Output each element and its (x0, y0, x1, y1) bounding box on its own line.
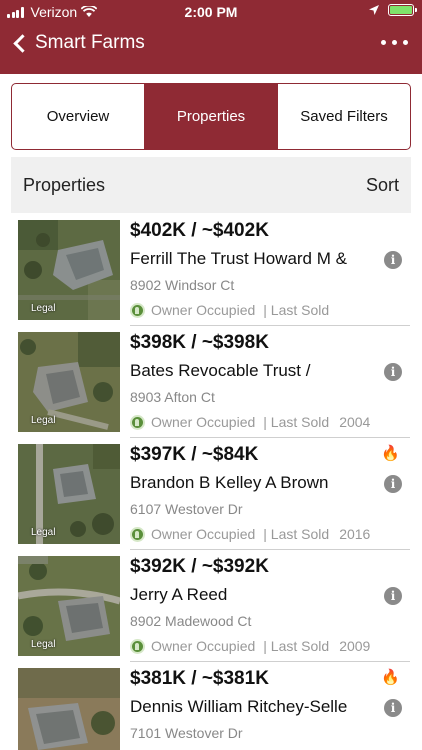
properties-header: Properties Sort (11, 157, 411, 213)
address-label: 7101 Westover Dr (130, 725, 243, 741)
owner-occupied-icon (130, 414, 145, 430)
occupancy-label: Owner Occupied (151, 526, 256, 542)
property-row[interactable]: Legal $402K / ~$402K Ferrill The Trust How… (0, 214, 422, 326)
battery-icon (388, 4, 417, 16)
aerial-thumbnail: Legal (18, 332, 120, 432)
owner-name: Ferrill The Trust Howard M & (130, 249, 347, 268)
fire-icon: 🔥 (381, 669, 400, 686)
sort-button[interactable]: Sort (366, 175, 399, 196)
property-meta: Owner Occupied | Last Sold 2009 (130, 638, 400, 654)
back-button[interactable]: Smart Farms (10, 32, 145, 54)
aerial-thumbnail: Legal (18, 668, 120, 750)
property-row[interactable]: Legal $397K / ~$84K Brandon B Kelley A Bro… (0, 438, 422, 550)
price-label: $381K / ~$381K (130, 668, 269, 689)
price-label: $402K / ~$402K (130, 220, 269, 241)
status-bar: Verizon 2:00 PM (0, 0, 422, 24)
tab-saved-filters[interactable]: Saved Filters (278, 84, 410, 149)
aerial-thumbnail: Legal (18, 444, 120, 544)
info-icon[interactable]: i (384, 699, 402, 717)
status-right (368, 4, 417, 16)
address-label: 6107 Westover Dr (130, 501, 243, 517)
price-label: $397K / ~$84K (130, 444, 259, 465)
info-icon[interactable]: i (384, 251, 402, 269)
property-row[interactable]: Legal $392K / ~$392K Jerry A Reed 8902 Made… (0, 550, 422, 662)
legal-link[interactable]: Legal (31, 527, 55, 538)
aerial-thumbnail: Legal (18, 220, 120, 320)
occupancy-label: Owner Occupied (151, 302, 256, 318)
occupancy-label: Owner Occupied (151, 414, 256, 430)
tab-overview[interactable]: Overview (12, 84, 145, 149)
info-icon[interactable]: i (384, 587, 402, 605)
price-label: $398K / ~$398K (130, 332, 269, 353)
status-time: 2:00 PM (184, 4, 238, 20)
last-sold-label: | Last Sold (263, 638, 330, 654)
info-icon[interactable]: i (384, 475, 402, 493)
property-meta: Owner Occupied | Last Sold (130, 302, 400, 318)
last-sold-label: | Last Sold (263, 414, 330, 430)
owner-occupied-icon (130, 638, 145, 654)
property-meta: Owner Occupied | Last Sold 2016 (130, 526, 400, 542)
nav-bar: Smart Farms (0, 28, 422, 68)
owner-name: Brandon B Kelley A Brown (130, 473, 329, 492)
property-meta: Owner Occupied | Last Sold 2004 (130, 414, 400, 430)
occupancy-label: Owner Occupied (151, 638, 256, 654)
legal-link[interactable]: Legal (31, 639, 55, 650)
more-dots-icon[interactable] (381, 34, 408, 51)
owner-name: Dennis William Ritchey-Selle (130, 697, 348, 716)
last-sold-year: 2004 (339, 414, 371, 430)
fire-icon: 🔥 (381, 445, 400, 462)
aerial-thumbnail: Legal (18, 556, 120, 656)
address-label: 8902 Madewood Ct (130, 613, 252, 629)
address-label: 8903 Afton Ct (130, 389, 215, 405)
legal-link[interactable]: Legal (31, 415, 55, 426)
nav-title: Smart Farms (35, 32, 145, 53)
last-sold-label: | Last Sold (263, 302, 330, 318)
property-list: Legal $402K / ~$402K Ferrill The Trust How… (0, 214, 422, 750)
legal-link[interactable]: Legal (31, 303, 55, 314)
tab-properties[interactable]: Properties (145, 84, 278, 149)
app-header: Verizon 2:00 PM Smart Farms (0, 0, 422, 74)
property-row[interactable]: Legal $381K / ~$381K Dennis William Ritche… (0, 662, 422, 750)
property-row[interactable]: Legal $398K / ~$398K Bates Revocable Trust… (0, 326, 422, 438)
section-title: Properties (23, 174, 106, 195)
last-sold-label: | Last Sold (263, 526, 330, 542)
tab-bar: Overview Properties Saved Filters (11, 83, 411, 150)
chevron-left-icon (13, 33, 32, 53)
owner-name: Bates Revocable Trust / (130, 361, 311, 380)
last-sold-year: 2016 (339, 526, 371, 542)
owner-name: Jerry A Reed (130, 585, 228, 604)
address-label: 8902 Windsor Ct (130, 277, 235, 293)
owner-occupied-icon (130, 302, 145, 318)
location-arrow-icon (369, 5, 379, 15)
last-sold-year: 2009 (339, 638, 371, 654)
owner-occupied-icon (130, 526, 145, 542)
price-label: $392K / ~$392K (130, 556, 269, 577)
info-icon[interactable]: i (384, 363, 402, 381)
